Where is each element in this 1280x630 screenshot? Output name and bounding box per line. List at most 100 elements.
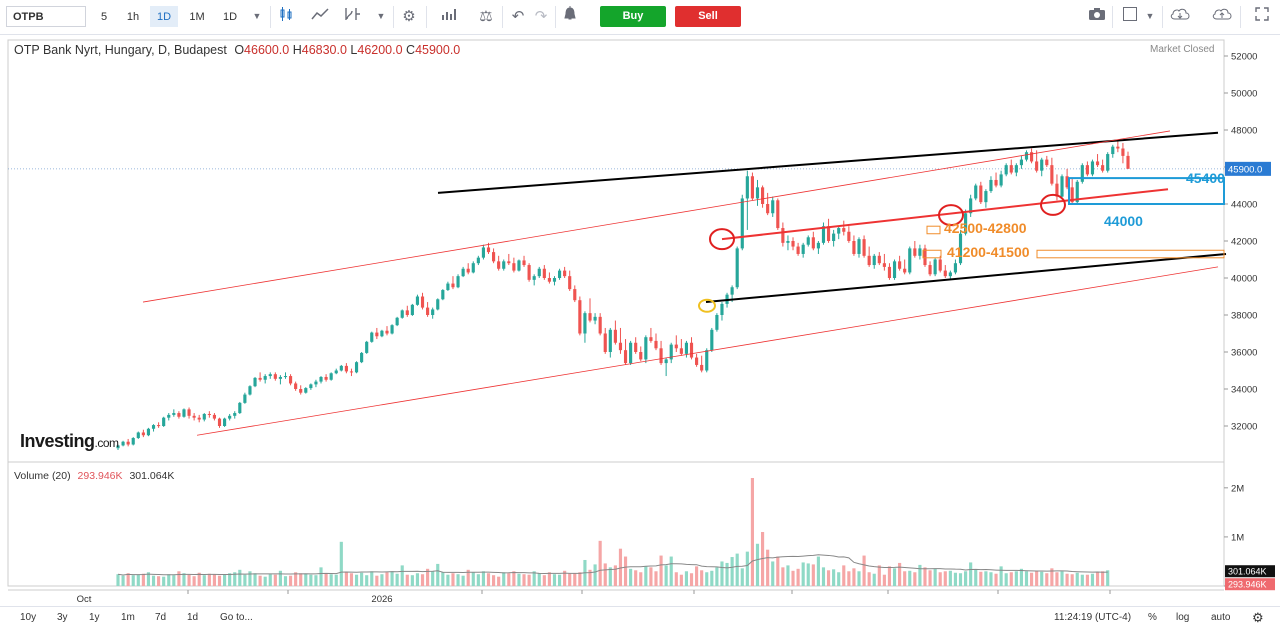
range-1y[interactable]: 1y — [89, 612, 100, 623]
candle-body — [146, 428, 151, 436]
candle-body — [943, 270, 947, 277]
range-3y[interactable]: 3y — [57, 612, 68, 623]
volume-bar — [207, 573, 211, 586]
candle-body — [1060, 176, 1064, 197]
candle-body — [486, 247, 491, 253]
scale-icon[interactable]: ⚖ — [474, 6, 498, 27]
range-7d[interactable]: 7d — [155, 612, 166, 623]
gear-icon[interactable]: ⚙ — [397, 6, 421, 27]
goto-button[interactable]: Go to... — [220, 612, 253, 623]
volume-bar — [654, 571, 658, 586]
volume-bar — [933, 568, 937, 586]
interval-5[interactable]: 5 — [92, 6, 116, 27]
candle-body — [953, 263, 958, 273]
y-tick-label: 32000 — [1231, 422, 1257, 433]
log-toggle[interactable]: log — [1176, 612, 1189, 623]
candle-body — [608, 329, 612, 352]
chevron-down-icon[interactable]: ▼ — [245, 6, 269, 27]
price-annotation: 41200-41500 — [947, 244, 1030, 260]
candle-body — [629, 342, 633, 364]
candle-body — [710, 329, 714, 351]
candle-body — [842, 228, 846, 232]
candle-body — [598, 316, 602, 334]
candle-body — [461, 268, 465, 277]
candle-body — [898, 261, 902, 269]
candle-body — [735, 248, 739, 288]
interval-1d[interactable]: 1D — [150, 6, 178, 27]
chevron-down-icon[interactable]: ▼ — [1138, 6, 1162, 27]
alert-bell-icon[interactable] — [558, 6, 582, 27]
range-1m[interactable]: 1m — [121, 612, 135, 623]
volume-bar — [309, 574, 313, 586]
symbol-input[interactable]: OTPB — [6, 6, 86, 27]
cloud-download-icon[interactable] — [1168, 6, 1192, 27]
candle-body — [999, 174, 1003, 186]
candle-body — [360, 352, 364, 363]
volume-bar — [476, 574, 480, 586]
candle-body — [151, 425, 156, 429]
candle-body — [806, 237, 810, 245]
candle-body — [349, 371, 354, 373]
volume-bar — [527, 574, 531, 586]
volume-bar — [537, 573, 541, 586]
interval-1m[interactable]: 1M — [183, 6, 211, 27]
cloud-upload-icon[interactable] — [1210, 6, 1234, 27]
y-tick-label: 42000 — [1231, 237, 1257, 248]
candle-body — [1121, 148, 1125, 156]
candle-body — [481, 247, 486, 258]
candle-body — [354, 362, 359, 373]
volume-bar — [192, 576, 196, 586]
range-10y[interactable]: 10y — [20, 612, 36, 623]
fullscreen-icon[interactable] — [1250, 6, 1274, 27]
y-tick-label: 52000 — [1231, 52, 1257, 63]
volume-bar — [684, 571, 689, 586]
volume-bar — [182, 573, 186, 586]
redo-icon[interactable]: ↷ — [529, 6, 553, 27]
volume-bar — [832, 569, 836, 586]
camera-icon[interactable] — [1085, 6, 1109, 27]
indicators-icon[interactable] — [340, 6, 364, 27]
investing-logo: Investing.com — [20, 431, 119, 451]
volume-bar — [948, 570, 952, 586]
volume-bar — [1075, 572, 1079, 586]
bar-chart-icon[interactable] — [438, 6, 462, 27]
candle-body — [1106, 154, 1110, 171]
volume-bar — [1101, 571, 1105, 586]
candlestick-icon[interactable] — [274, 6, 298, 27]
interval-1h[interactable]: 1h — [120, 6, 146, 27]
volume-bar — [349, 573, 354, 586]
bottom-bar: 10y 3y 1y 1m 7d 1d Go to... 11:24:19 (UT… — [0, 606, 1280, 630]
candles — [116, 141, 1130, 451]
candle-body — [451, 283, 455, 288]
candle-body — [786, 241, 790, 243]
candle-body — [476, 257, 480, 264]
candle-body — [1045, 159, 1049, 166]
resolution-dropdown[interactable]: 1D — [215, 6, 245, 27]
auto-toggle[interactable]: auto — [1211, 612, 1230, 623]
price-chart[interactable]: 3200034000360003800040000420004400046000… — [0, 34, 1280, 606]
undo-icon[interactable]: ↶ — [506, 6, 530, 27]
volume-bar — [649, 567, 653, 586]
percent-toggle[interactable]: % — [1148, 612, 1157, 623]
line-chart-icon[interactable] — [308, 6, 332, 27]
candle-body — [192, 415, 196, 418]
candle-body — [253, 377, 257, 387]
volume-bar — [608, 567, 612, 586]
chevron-down-icon[interactable]: ▼ — [369, 6, 393, 27]
buy-button[interactable]: Buy — [600, 6, 666, 27]
candle-body — [654, 340, 658, 349]
volume-bar — [598, 540, 602, 586]
price-axis: 3200034000360003800040000420004400046000… — [1224, 52, 1271, 433]
sell-button[interactable]: Sell — [675, 6, 741, 27]
candle-body — [177, 413, 181, 417]
volume-bar — [360, 572, 364, 586]
candle-body — [441, 290, 445, 300]
range-1d[interactable]: 1d — [187, 612, 198, 623]
volume-bar — [370, 571, 374, 586]
x-tick-label: Oct — [77, 594, 92, 605]
x-tick-label: 2026 — [371, 594, 392, 605]
volume-bar — [1095, 572, 1100, 586]
gear-icon[interactable]: ⚙ — [1252, 610, 1264, 626]
candle-body — [974, 185, 978, 199]
volume-bar — [918, 564, 922, 586]
